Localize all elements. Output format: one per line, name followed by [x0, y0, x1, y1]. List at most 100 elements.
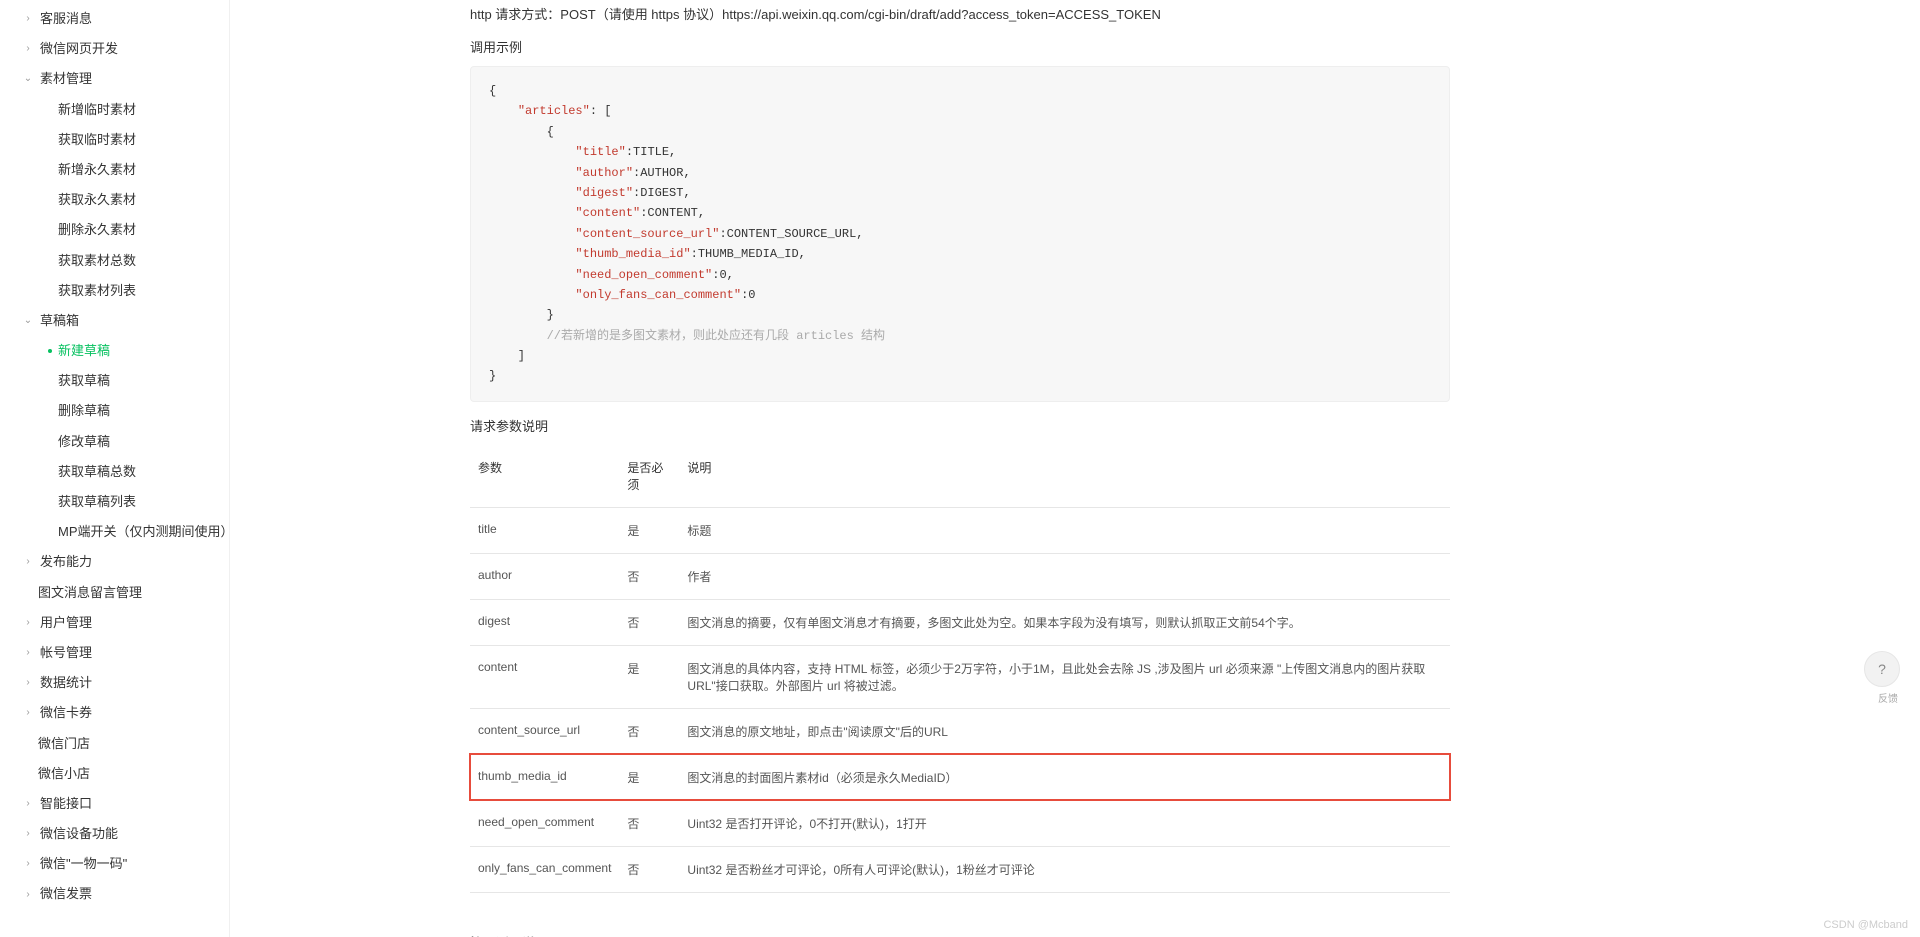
sidebar-leaf-2-0[interactable]: 新增临时素材 [0, 95, 229, 125]
sidebar: 客服消息微信网页开发素材管理新增临时素材获取临时素材新增永久素材获取永久素材删除… [0, 0, 230, 937]
dot-icon [48, 289, 52, 293]
sidebar-item-4[interactable]: 发布能力 [0, 547, 229, 577]
sidebar-leaf-2-6[interactable]: 获取素材列表 [0, 276, 229, 306]
chevron-icon [22, 889, 34, 901]
example-title: 调用示例 [470, 37, 1450, 56]
sidebar-item-12[interactable]: 智能接口 [0, 789, 229, 819]
param-desc: 标题 [679, 507, 1450, 553]
main-content: http 请求方式：POST（请使用 https 协议）https://api.… [230, 0, 1920, 937]
param-section-title: 请求参数说明 [470, 416, 1450, 435]
sidebar-item-label: 微信网页开发 [40, 40, 118, 58]
sidebar-leaf-2-2[interactable]: 新增永久素材 [0, 155, 229, 185]
sidebar-item-label: 智能接口 [40, 795, 92, 813]
return-section-title: 接口返回说明 [470, 933, 1450, 937]
sidebar-item-7[interactable]: 帐号管理 [0, 638, 229, 668]
chevron-icon [22, 43, 34, 55]
sidebar-leaf-label: 获取素材列表 [58, 282, 136, 300]
table-row: thumb_media_id是图文消息的封面图片素材id（必须是永久MediaI… [470, 754, 1450, 800]
sidebar-leaf-label: 新增永久素材 [58, 161, 136, 179]
sidebar-item-6[interactable]: 用户管理 [0, 608, 229, 638]
dot-icon [48, 379, 52, 383]
sidebar-item-label: 发布能力 [40, 553, 92, 571]
chevron-icon [22, 556, 34, 568]
sidebar-item-label: 数据统计 [40, 674, 92, 692]
sidebar-leaf-3-1[interactable]: 获取草稿 [0, 366, 229, 396]
code-block: { "articles": [ { "title":TITLE, "author… [470, 66, 1450, 402]
sidebar-item-10[interactable]: 微信门店 [0, 729, 229, 759]
chevron-icon [22, 677, 34, 689]
sidebar-leaf-3-2[interactable]: 删除草稿 [0, 396, 229, 426]
sidebar-item-13[interactable]: 微信设备功能 [0, 819, 229, 849]
sidebar-leaf-2-3[interactable]: 获取永久素材 [0, 185, 229, 215]
param-desc: 图文消息的具体内容，支持 HTML 标签，必须少于2万字符，小于1M，且此处会去… [679, 645, 1450, 708]
sidebar-leaf-3-4[interactable]: 获取草稿总数 [0, 457, 229, 487]
chevron-icon [22, 647, 34, 659]
dot-icon [48, 410, 52, 414]
watermark: CSDN @Mcband [1823, 919, 1908, 931]
dot-icon [48, 440, 52, 444]
sidebar-leaf-2-4[interactable]: 删除永久素材 [0, 215, 229, 245]
sidebar-leaf-label: 获取临时素材 [58, 131, 136, 149]
sidebar-leaf-3-5[interactable]: 获取草稿列表 [0, 487, 229, 517]
param-desc: 图文消息的原文地址，即点击"阅读原文"后的URL [679, 708, 1450, 754]
chevron-icon [22, 858, 34, 870]
dot-icon [48, 138, 52, 142]
table-header: 说明 [679, 445, 1450, 508]
sidebar-item-11[interactable]: 微信小店 [0, 759, 229, 789]
chevron-icon [22, 798, 34, 810]
dot-icon [48, 198, 52, 202]
sidebar-item-15[interactable]: 微信发票 [0, 879, 229, 909]
dot-icon [48, 259, 52, 263]
param-required: 否 [619, 599, 679, 645]
param-required: 是 [619, 754, 679, 800]
table-header: 是否必须 [619, 445, 679, 508]
params-table: 参数是否必须说明 title是标题author否作者digest否图文消息的摘要… [470, 445, 1450, 893]
sidebar-leaf-2-5[interactable]: 获取素材总数 [0, 246, 229, 276]
chevron-icon [22, 828, 34, 840]
param-required: 否 [619, 800, 679, 846]
sidebar-item-14[interactable]: 微信"一物一码" [0, 849, 229, 879]
sidebar-item-label: 微信卡券 [40, 704, 92, 722]
sidebar-leaf-label: 获取草稿总数 [58, 463, 136, 481]
sidebar-item-label: 微信设备功能 [40, 825, 118, 843]
feedback-label: 反馈 [1878, 690, 1898, 705]
sidebar-leaf-label: 新建草稿 [58, 342, 110, 360]
param-name: content [470, 645, 619, 708]
chevron-icon [22, 315, 34, 327]
param-name: digest [470, 599, 619, 645]
param-name: only_fans_can_comment [470, 846, 619, 892]
dot-icon [48, 500, 52, 504]
dot-icon [48, 530, 52, 534]
sidebar-leaf-label: 获取素材总数 [58, 252, 136, 270]
sidebar-leaf-3-3[interactable]: 修改草稿 [0, 427, 229, 457]
param-desc: Uint32 是否打开评论，0不打开(默认)，1打开 [679, 800, 1450, 846]
chevron-icon [22, 617, 34, 629]
sidebar-item-label: 微信发票 [40, 885, 92, 903]
param-name: content_source_url [470, 708, 619, 754]
sidebar-item-9[interactable]: 微信卡券 [0, 698, 229, 728]
chevron-icon [22, 13, 34, 25]
sidebar-item-5[interactable]: 图文消息留言管理 [0, 578, 229, 608]
sidebar-item-0[interactable]: 客服消息 [0, 4, 229, 34]
dot-icon [48, 470, 52, 474]
sidebar-leaf-label: MP端开关（仅内测期间使用） [58, 523, 229, 541]
table-row: only_fans_can_comment否Uint32 是否粉丝才可评论，0所… [470, 846, 1450, 892]
sidebar-leaf-label: 获取草稿 [58, 372, 110, 390]
sidebar-item-1[interactable]: 微信网页开发 [0, 34, 229, 64]
sidebar-item-8[interactable]: 数据统计 [0, 668, 229, 698]
param-required: 否 [619, 553, 679, 599]
table-row: content_source_url否图文消息的原文地址，即点击"阅读原文"后的… [470, 708, 1450, 754]
sidebar-leaf-3-0[interactable]: 新建草稿 [0, 336, 229, 366]
param-desc: 作者 [679, 553, 1450, 599]
param-name: author [470, 553, 619, 599]
http-request-line: http 请求方式：POST（请使用 https 协议）https://api.… [470, 4, 1450, 23]
dot-icon [48, 228, 52, 232]
sidebar-leaf-2-1[interactable]: 获取临时素材 [0, 125, 229, 155]
sidebar-item-2[interactable]: 素材管理 [0, 64, 229, 94]
sidebar-item-3[interactable]: 草稿箱 [0, 306, 229, 336]
feedback-button[interactable]: ? [1864, 651, 1900, 687]
param-required: 是 [619, 645, 679, 708]
sidebar-item-label: 帐号管理 [40, 644, 92, 662]
sidebar-leaf-3-6[interactable]: MP端开关（仅内测期间使用） [0, 517, 229, 547]
table-row: digest否图文消息的摘要，仅有单图文消息才有摘要，多图文此处为空。如果本字段… [470, 599, 1450, 645]
